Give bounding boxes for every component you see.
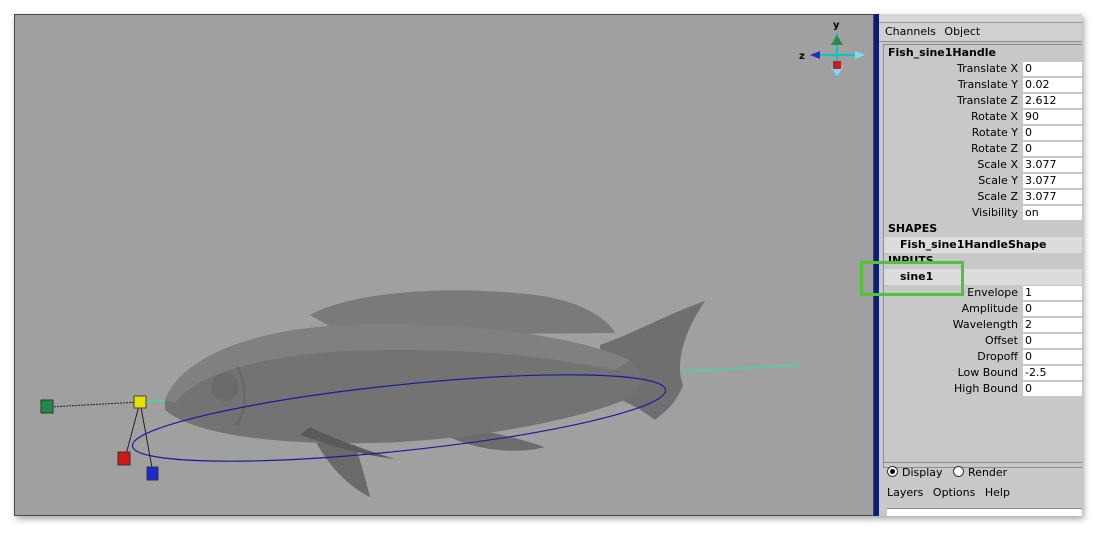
node-name[interactable]: Fish_sine1Handle xyxy=(884,45,1082,61)
attr-value-field[interactable]: on xyxy=(1023,206,1082,220)
attr-row-translate-x[interactable]: Translate X 0 xyxy=(884,61,1082,77)
menu-help[interactable]: Help xyxy=(985,486,1010,499)
annotation-highlight-box xyxy=(860,261,964,296)
attr-row-rotate-x[interactable]: Rotate X 90 xyxy=(884,109,1082,125)
input-row-high-bound[interactable]: High Bound 0 xyxy=(884,381,1082,397)
attr-label: Rotate Z xyxy=(970,142,1018,155)
attr-label: Translate X xyxy=(957,62,1018,75)
channel-box-menubar: Channels Object xyxy=(879,23,1082,42)
attr-value-field[interactable]: 0 xyxy=(1023,142,1082,156)
attr-value-field[interactable]: 2 xyxy=(1023,318,1082,332)
attr-value-field[interactable]: 0 xyxy=(1023,382,1082,396)
attr-row-scale-x[interactable]: Scale X 3.077 xyxy=(884,157,1082,173)
attr-row-scale-z[interactable]: Scale Z 3.077 xyxy=(884,189,1082,205)
input-row-low-bound[interactable]: Low Bound -2.5 xyxy=(884,365,1082,381)
attr-label: Translate Y xyxy=(957,78,1018,91)
layer-mode-radios: Display Render xyxy=(883,463,1082,483)
attr-row-visibility[interactable]: Visibility on xyxy=(884,205,1082,221)
attr-label: Translate Z xyxy=(957,94,1018,107)
attr-label: Wavelength xyxy=(952,318,1018,331)
attr-label: Rotate X xyxy=(970,110,1018,123)
attr-value-field[interactable]: 0 xyxy=(1023,126,1082,140)
menu-object[interactable]: Object xyxy=(944,25,980,38)
axis-z-label: z xyxy=(799,51,805,62)
manipulator-handles[interactable] xyxy=(40,395,159,481)
attr-row-scale-y[interactable]: Scale Y 3.077 xyxy=(884,173,1082,189)
attr-value-field[interactable]: 1 xyxy=(1023,286,1082,300)
input-row-amplitude[interactable]: Amplitude 0 xyxy=(884,301,1082,317)
attr-row-rotate-z[interactable]: Rotate Z 0 xyxy=(884,141,1082,157)
attr-row-rotate-y[interactable]: Rotate Y 0 xyxy=(884,125,1082,141)
input-row-wavelength[interactable]: Wavelength 2 xyxy=(884,317,1082,333)
attr-label: Low Bound xyxy=(957,366,1018,379)
render-radio[interactable] xyxy=(953,466,965,477)
layer-editor: Display Render Layers Options Help xyxy=(883,462,1082,516)
attr-label: Rotate Y xyxy=(971,126,1018,139)
attr-value-field[interactable]: 2.612 xyxy=(1023,94,1082,108)
attr-value-field[interactable]: 0 xyxy=(1023,350,1082,364)
shapes-header: SHAPES xyxy=(888,222,938,235)
attr-label: Scale X xyxy=(977,158,1018,171)
attr-value-field[interactable]: 0 xyxy=(1023,334,1082,348)
menu-layers[interactable]: Layers xyxy=(887,486,923,499)
attr-label: High Bound xyxy=(954,382,1018,395)
input-row-dropoff[interactable]: Dropoff 0 xyxy=(884,349,1082,365)
menu-options[interactable]: Options xyxy=(933,486,975,499)
layer-list[interactable] xyxy=(887,508,1082,516)
attr-label: Offset xyxy=(984,334,1018,347)
attr-label: Scale Y xyxy=(978,174,1018,187)
input-row-offset[interactable]: Offset 0 xyxy=(884,333,1082,349)
blue-handle[interactable] xyxy=(146,466,159,481)
3d-viewport[interactable]: y z xyxy=(14,14,874,516)
display-radio[interactable] xyxy=(887,466,898,477)
attr-label: Visibility xyxy=(971,206,1018,219)
attr-value-field[interactable]: 3.077 xyxy=(1023,190,1082,204)
attr-row-translate-z[interactable]: Translate Z 2.612 xyxy=(884,93,1082,109)
green-handle[interactable] xyxy=(40,399,54,414)
attr-value-field[interactable]: 0 xyxy=(1023,62,1082,76)
attr-label: Dropoff xyxy=(977,350,1018,363)
menu-channels[interactable]: Channels xyxy=(885,25,936,38)
attr-value-field[interactable]: 3.077 xyxy=(1023,158,1082,172)
render-radio-label[interactable]: Render xyxy=(968,466,1007,479)
attr-label: Scale Z xyxy=(977,190,1018,203)
attr-row-translate-y[interactable]: Translate Y 0.02 xyxy=(884,77,1082,93)
display-radio-label[interactable]: Display xyxy=(902,466,943,479)
fish-mesh[interactable] xyxy=(165,290,705,497)
shape-node-name[interactable]: Fish_sine1HandleShape xyxy=(884,237,1082,253)
attr-value-field[interactable]: 3.077 xyxy=(1023,174,1082,188)
layer-menubar: Layers Options Help xyxy=(883,485,1082,501)
attr-label: Amplitude xyxy=(961,302,1018,315)
attr-value-field[interactable]: -2.5 xyxy=(1023,366,1082,380)
attr-value-field[interactable]: 0.02 xyxy=(1023,78,1082,92)
channel-box-body: Fish_sine1Handle Translate X 0 Translate… xyxy=(883,44,1082,468)
panel-top-strip xyxy=(879,14,1082,23)
axis-y-label: y xyxy=(833,20,840,31)
view-axis-gizmo[interactable]: y z xyxy=(799,20,865,77)
red-handle[interactable] xyxy=(117,451,131,466)
attr-label: Envelope xyxy=(967,286,1018,299)
attr-value-field[interactable]: 0 xyxy=(1023,302,1082,316)
attr-value-field[interactable]: 90 xyxy=(1023,110,1082,124)
